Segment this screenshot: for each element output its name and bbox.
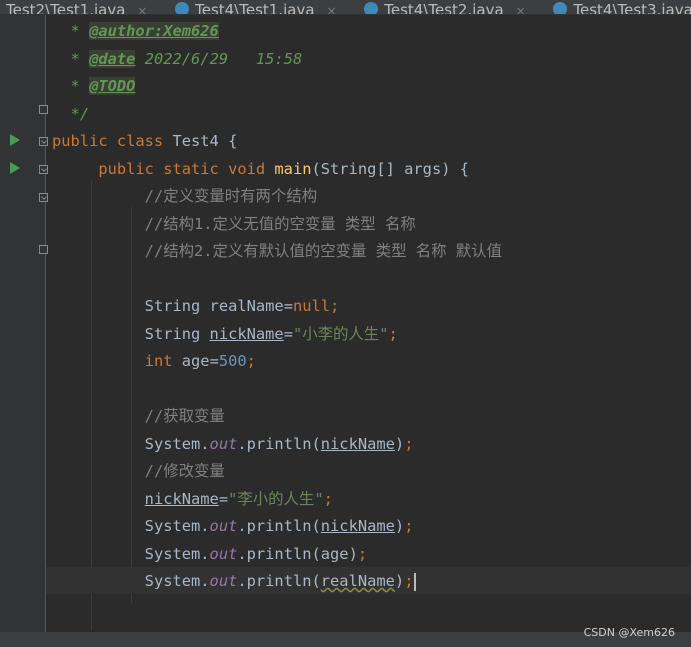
java-class-icon	[364, 2, 379, 14]
javadoc-tag: @TODO	[89, 77, 136, 95]
run-main-icon[interactable]	[10, 162, 20, 174]
tab-test4-test1[interactable]: Test4\Test1.java ×	[167, 2, 346, 14]
comment-line: //修改变量	[144, 462, 225, 480]
editor-tab-bar: Test2\Test1.java × Test4\Test1.java × Test…	[0, 0, 691, 15]
watermark: CSDN @Xem626	[583, 626, 675, 639]
code-line: nickName="李小的人生";	[144, 490, 333, 508]
code-line: int age=500;	[144, 352, 256, 370]
editor-gutter	[0, 15, 48, 632]
code-editor[interactable]: * @author:Xem626 * @date 2022/6/29 15:58…	[46, 15, 691, 632]
javadoc-tag: @author:Xem626	[89, 22, 219, 40]
tab-label: Test4\Test1.java	[195, 1, 315, 15]
text-caret	[414, 572, 417, 591]
close-icon[interactable]: ×	[516, 4, 526, 14]
tab-test2-test1[interactable]: Test2\Test1.java ×	[0, 3, 157, 15]
comment-line: //结构1.定义无值的空变量 类型 名称	[144, 215, 416, 233]
code-line: * @author:Xem626	[70, 22, 219, 40]
javadoc-tag: @date	[89, 50, 136, 68]
code-line: * @date 2022/6/29 15:58	[70, 50, 303, 68]
tab-label: Test2\Test1.java	[6, 1, 126, 15]
code-line: System.out.println(nickName);	[144, 435, 414, 453]
code-line: System.out.println(nickName);	[144, 517, 414, 535]
comment-line: //结构2.定义有默认值的空变量 类型 名称 默认值	[144, 242, 502, 260]
close-icon[interactable]: ×	[137, 4, 147, 14]
java-class-icon	[175, 2, 190, 14]
tab-label: Test4\Test3.java	[573, 1, 691, 15]
code-line: * @TODO	[70, 77, 136, 95]
tab-label: Test4\Test2.java	[384, 1, 504, 15]
java-class-icon	[553, 2, 568, 14]
run-class-icon[interactable]	[10, 134, 20, 146]
code-line: String realName=null;	[144, 297, 340, 315]
comment-line: //获取变量	[144, 407, 225, 425]
tab-test4-test2[interactable]: Test4\Test2.java ×	[356, 2, 535, 14]
code-line: */	[70, 105, 90, 123]
tab-test4-test3[interactable]: Test4\Test3.java×	[545, 2, 691, 14]
code-line: System.out.println(realName);	[52, 568, 417, 595]
close-icon[interactable]: ×	[327, 4, 337, 14]
code-line: String nickName="小李的人生";	[144, 325, 398, 343]
comment-line: //定义变量时有两个结构	[144, 187, 318, 205]
code-line: public class Test4 {	[52, 132, 238, 150]
code-line: System.out.println(age);	[144, 545, 368, 563]
code-line: public static void main(String[] args) {	[98, 160, 470, 178]
